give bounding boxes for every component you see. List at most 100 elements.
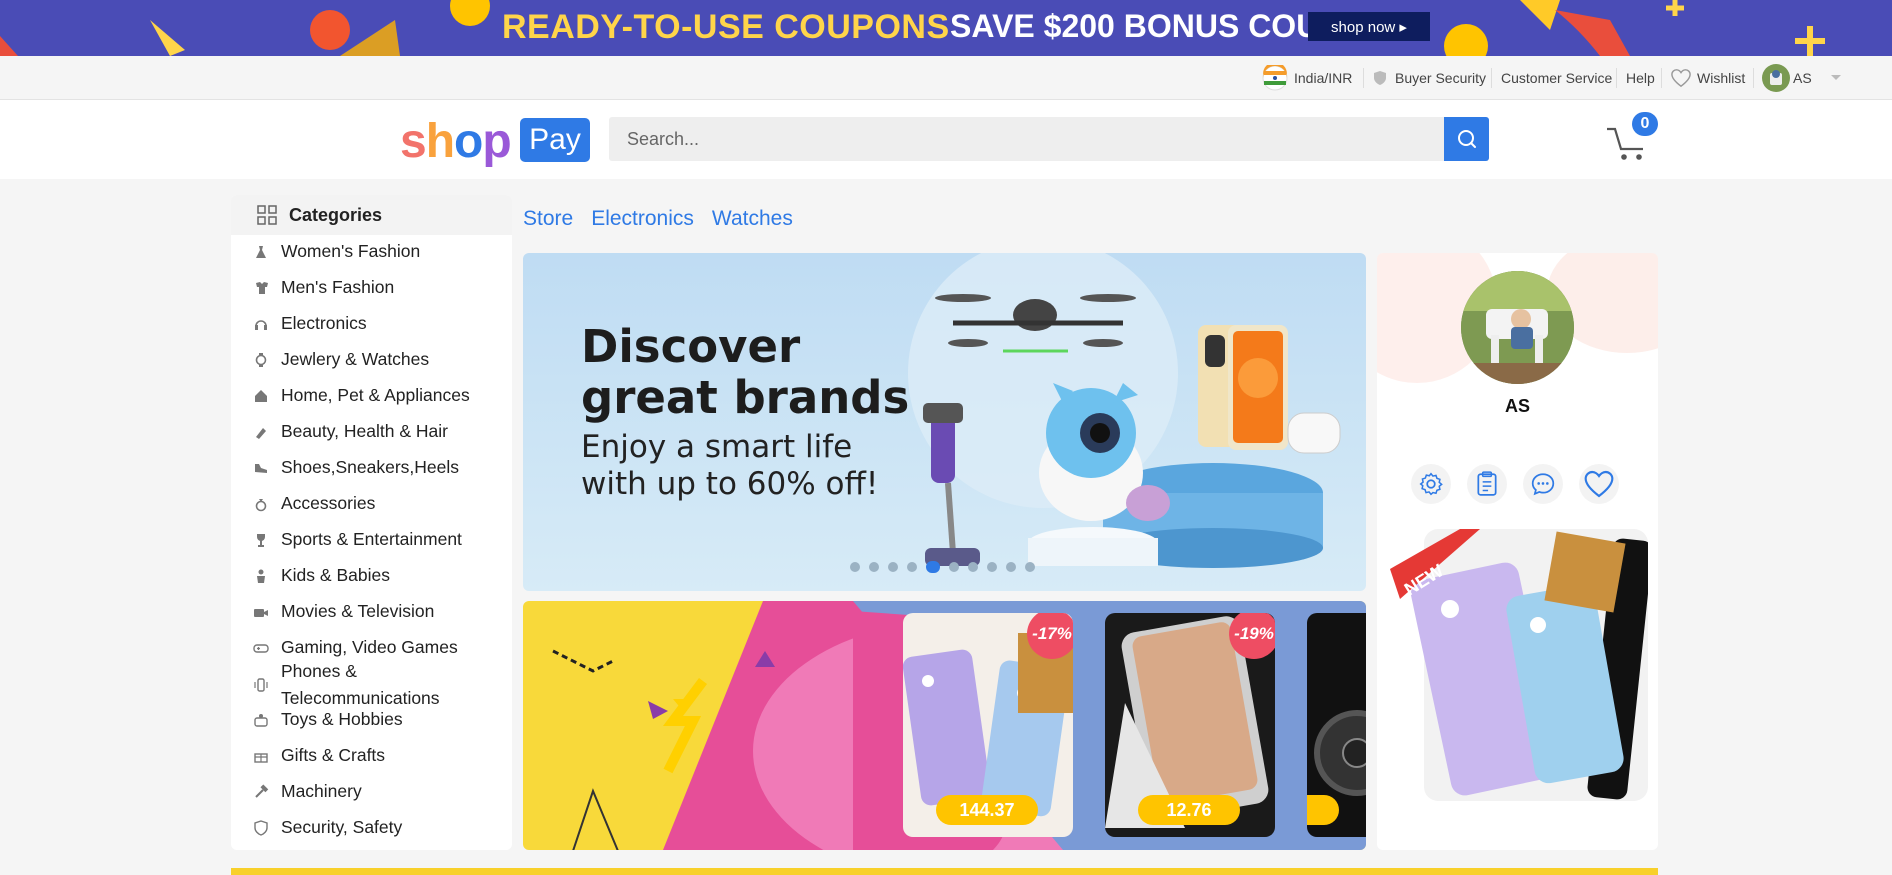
promo-banner[interactable]: READY-TO-USE COUPONS SAVE $200 BONUS COU… — [0, 0, 1892, 56]
logo-shop[interactable]: shop — [400, 114, 512, 169]
profile-panel: AS NEW — [1377, 253, 1658, 850]
sidebar-item[interactable]: Women's Fashion — [253, 238, 420, 265]
breadcrumb: Store Electronics Watches — [523, 207, 793, 233]
sidebar-item[interactable]: Sports & Entertainment — [253, 526, 462, 553]
camera-icon — [253, 604, 269, 620]
carousel-dot[interactable] — [949, 562, 959, 572]
breadcrumb-store[interactable]: Store — [523, 207, 573, 233]
sidebar-item[interactable]: Security, Safety — [253, 814, 402, 841]
deals-banner[interactable]: -17% 144.37 -19% 12.76 — [523, 601, 1366, 850]
divider — [1491, 68, 1492, 88]
sidebar-item[interactable]: Jewlery & Watches — [253, 346, 429, 373]
messages-button[interactable] — [1523, 464, 1563, 504]
sidebar-item-label: Women's Fashion — [281, 241, 421, 261]
top-utility-bar: India/INR Buyer Security Customer Servic… — [0, 56, 1892, 100]
dress-icon — [253, 244, 269, 260]
sidebar-item-label: Beauty, Health & Hair — [281, 421, 448, 441]
region-selector[interactable]: India/INR — [1262, 56, 1352, 100]
carousel-dot[interactable] — [869, 562, 879, 572]
sidebar-item[interactable]: Home, Pet & Appliances — [253, 382, 470, 409]
sidebar-item[interactable]: Electronics — [253, 310, 367, 337]
avatar[interactable] — [1461, 271, 1574, 384]
account-menu[interactable]: AS — [1761, 56, 1842, 100]
deal-price — [1307, 795, 1339, 825]
carousel-dot[interactable] — [1006, 562, 1016, 572]
divider — [1661, 68, 1662, 88]
shop-now-button[interactable]: shop now ▸ — [1308, 12, 1430, 41]
hero-subheadline-line2: with up to 60% off! — [581, 466, 879, 502]
breadcrumb-electronics[interactable]: Electronics — [591, 207, 694, 233]
sidebar-item-label: Men's Fashion — [281, 277, 395, 297]
search-button[interactable] — [1444, 117, 1489, 161]
promo-strip — [231, 868, 1658, 875]
shield-icon — [1374, 71, 1386, 85]
sidebar-item[interactable]: Movies & Television — [253, 598, 434, 625]
sidebar-item-label: Phones & Telecommunications — [281, 661, 440, 708]
hero-banner[interactable]: Discover great brands Enjoy a smart life… — [523, 253, 1366, 591]
categories-title: Categories — [289, 204, 383, 225]
chat-icon — [1531, 473, 1555, 496]
heart-icon — [1584, 470, 1614, 498]
divider — [1616, 68, 1617, 88]
orders-button[interactable] — [1467, 464, 1507, 504]
shirt-icon — [253, 280, 269, 296]
wishlist-button[interactable] — [1579, 464, 1619, 504]
carousel-dot[interactable] — [888, 562, 898, 572]
deal-card[interactable]: -17% 144.37 — [903, 613, 1073, 837]
profile-name: AS — [1504, 396, 1530, 416]
sidebar-item-label: Jewlery & Watches — [281, 349, 430, 369]
hero-headline-line2: great brands — [581, 371, 910, 424]
categories-header: Categories — [231, 195, 512, 235]
sidebar-item-label: Kids & Babies — [281, 565, 390, 585]
logo-pay[interactable]: Pay — [520, 118, 590, 162]
carousel-dot[interactable] — [968, 562, 978, 572]
sidebar-item[interactable]: Gifts & Crafts — [253, 742, 385, 769]
sidebar-item[interactable]: Gaming, Video Games — [253, 634, 458, 661]
help-link[interactable]: Help — [1626, 56, 1655, 100]
sidebar-item[interactable]: Kids & Babies — [253, 562, 390, 589]
settings-icon — [1419, 472, 1443, 496]
new-product-promo[interactable]: NEW — [1390, 529, 1653, 819]
grid-icon — [257, 205, 277, 225]
sidebar-item-label: Security, Safety — [281, 817, 403, 837]
sidebar-item-label: Toys & Hobbies — [281, 709, 403, 729]
settings-button[interactable] — [1411, 464, 1451, 504]
help-label: Help — [1626, 70, 1655, 86]
gamepad-icon — [253, 640, 269, 656]
hero-headline-line1: Discover — [581, 320, 801, 373]
carousel-dot[interactable] — [907, 562, 917, 572]
ring-icon — [253, 496, 269, 512]
watch-icon — [253, 352, 269, 368]
phone-icon — [253, 677, 269, 693]
discount-badge: -19% — [1229, 613, 1275, 659]
wishlist-label: Wishlist — [1697, 70, 1746, 86]
headphones-icon — [253, 316, 269, 332]
hero-headline: Discover great brands — [581, 321, 909, 423]
sidebar-item[interactable]: Toys & Hobbies — [253, 706, 403, 733]
carousel-dot[interactable] — [987, 562, 997, 572]
sidebar-item[interactable]: Shoes,Sneakers,Heels — [253, 454, 459, 481]
promo-title: READY-TO-USE COUPONS — [502, 8, 950, 46]
account-name: AS — [1793, 70, 1812, 86]
carousel-dot[interactable] — [850, 562, 860, 572]
india-flag-icon — [1262, 65, 1288, 91]
shield-icon — [253, 819, 269, 836]
sidebar-item[interactable]: Machinery — [253, 778, 362, 805]
search-input[interactable] — [609, 117, 1445, 161]
sidebar-item-label: Machinery — [281, 781, 362, 801]
customer-service-link[interactable]: Customer Service — [1501, 56, 1612, 100]
sidebar-item-label: Movies & Television — [281, 601, 435, 621]
trophy-icon — [253, 532, 269, 548]
sidebar-item[interactable]: Phones & Telecommunications — [253, 658, 461, 712]
discount-badge: -17% — [1027, 613, 1073, 659]
deal-card[interactable] — [1307, 613, 1366, 837]
sidebar-item[interactable]: Accessories — [253, 490, 375, 517]
carousel-dot[interactable] — [1025, 562, 1035, 572]
sidebar-item[interactable]: Beauty, Health & Hair — [253, 418, 448, 445]
sidebar-item[interactable]: Men's Fashion — [253, 274, 394, 301]
buyer-security-link[interactable]: Buyer Security — [1372, 56, 1486, 100]
wishlist-link[interactable]: Wishlist — [1670, 56, 1745, 100]
carousel-dot[interactable] — [926, 561, 940, 573]
breadcrumb-watches[interactable]: Watches — [712, 207, 793, 233]
deal-card[interactable]: -19% 12.76 — [1105, 613, 1275, 837]
